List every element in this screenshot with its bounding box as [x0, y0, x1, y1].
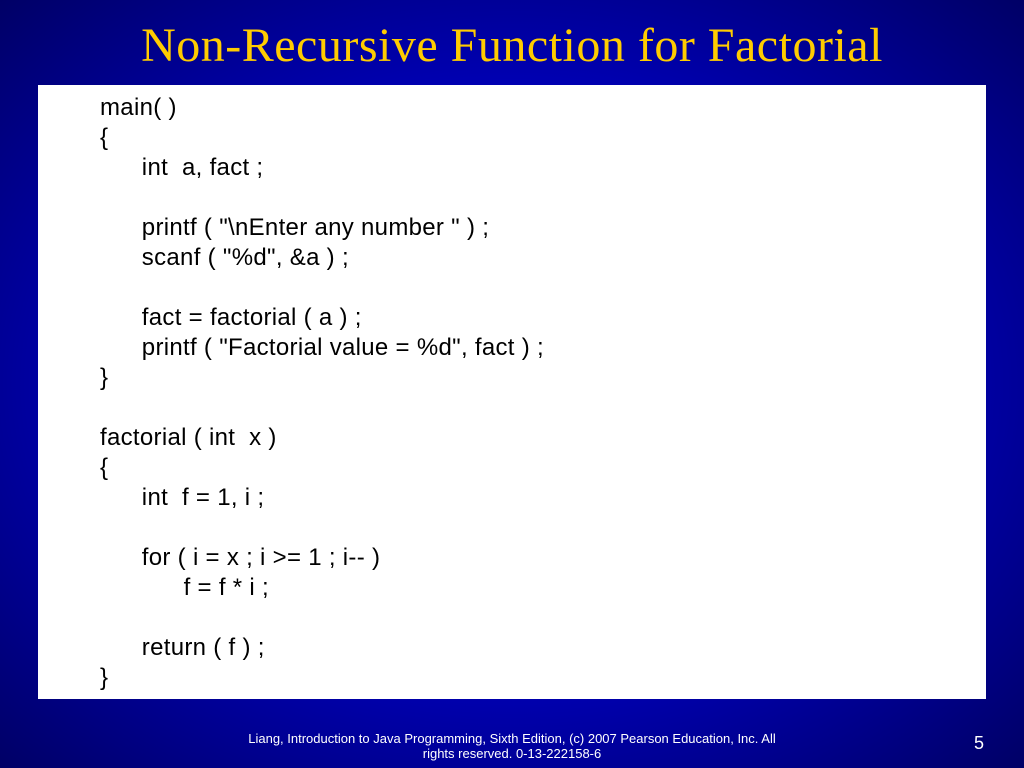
code-block: main( ) { int a, fact ; printf ( "\nEnte…	[50, 93, 974, 693]
footer-citation: Liang, Introduction to Java Programming,…	[0, 731, 1024, 762]
code-container: main( ) { int a, fact ; printf ( "\nEnte…	[38, 85, 986, 699]
slide-title: Non-Recursive Function for Factorial	[0, 0, 1024, 85]
footer-line-2: rights reserved. 0-13-222158-6	[423, 746, 602, 761]
footer-line-1: Liang, Introduction to Java Programming,…	[248, 731, 776, 746]
page-number: 5	[974, 733, 984, 754]
